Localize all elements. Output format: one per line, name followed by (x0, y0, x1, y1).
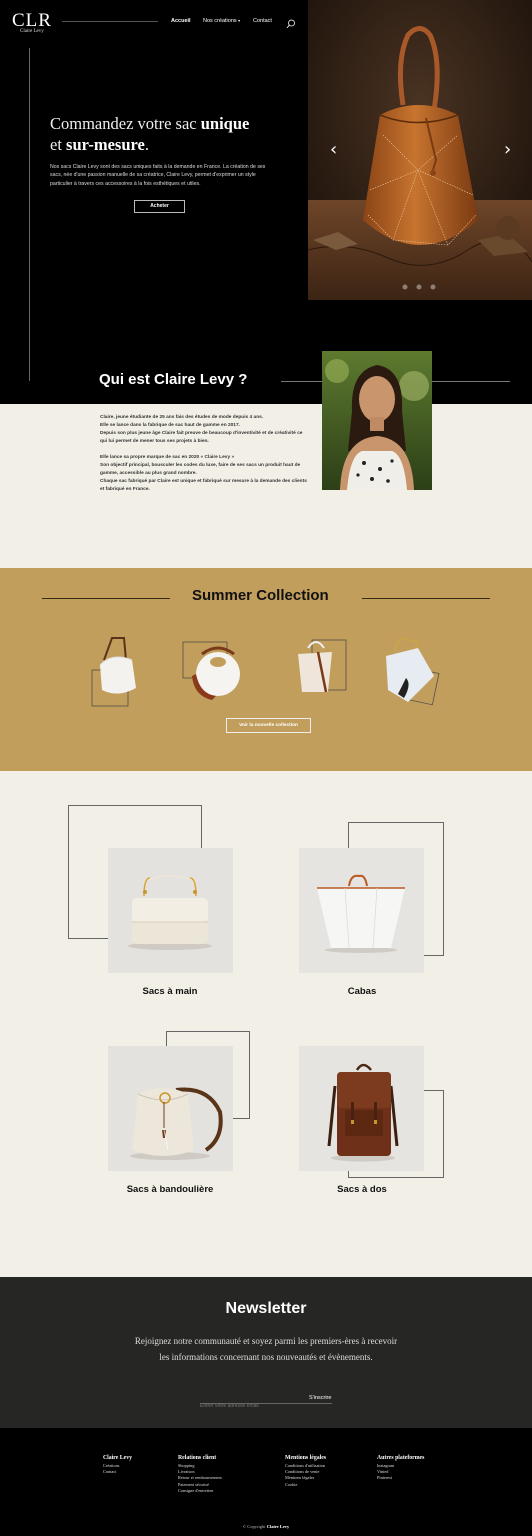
footer-column-client: Relations client Shopping Livraison Reto… (178, 1455, 222, 1494)
newsletter-description: Rejoignez notre communauté et soyez parm… (134, 1336, 398, 1362)
category-label-totes[interactable]: Cabas (282, 986, 442, 997)
summer-bag-3[interactable] (292, 634, 350, 703)
bucket-bag-photo: ‹ › (308, 0, 532, 300)
carousel-dot[interactable] (430, 284, 436, 290)
summer-bag-2[interactable] (178, 636, 248, 707)
handbag-photo (108, 848, 233, 973)
tote-photo (299, 848, 424, 973)
copyright: © Copyright Claire Levy (242, 1524, 290, 1529)
nav-creations[interactable]: Nos créations ▾ (203, 18, 240, 24)
footer-heading: Relations client (178, 1455, 217, 1461)
email-input[interactable] (200, 1403, 300, 1409)
see-collection-button[interactable]: Voir la nouvelle collection (226, 718, 311, 733)
footer-heading: Mentions légales (285, 1455, 327, 1461)
summer-divider-right (362, 598, 490, 599)
search-icon[interactable] (286, 16, 296, 34)
claire-portrait (322, 351, 432, 490)
about-title: Qui est Claire Levy ? (99, 371, 248, 388)
crossbody-photo (108, 1046, 233, 1171)
carousel-dot[interactable] (416, 284, 422, 290)
backpack-photo (299, 1046, 424, 1171)
footer-link[interactable]: Retour et remboursement (178, 1475, 222, 1481)
nav-creations-label: Nos créations (203, 18, 237, 24)
hero-carousel: ‹ › (308, 0, 532, 300)
footer-column-brand: Claire Levy Créations Contact (103, 1455, 132, 1475)
logo-subtitle: Claire Levy (20, 29, 44, 34)
category-card-handbags[interactable] (108, 848, 233, 973)
footer-link[interactable]: Pinterest (377, 1475, 424, 1481)
chevron-left-icon[interactable]: ‹ (330, 139, 337, 160)
about-text: Claire, jeune étudiante de 25 ans fais d… (100, 415, 307, 492)
subscribe-button[interactable]: S'inscrire (309, 1395, 331, 1401)
category-card-totes[interactable] (299, 848, 424, 973)
footer-column-legal: Mentions légales Conditions d'utilisatio… (285, 1455, 326, 1488)
category-card-backpacks[interactable] (299, 1046, 424, 1171)
footer-column-platforms: Autres plateformes Instagram Vinted Pint… (377, 1455, 424, 1482)
summer-title: Summer Collection (192, 587, 329, 604)
footer (0, 1428, 532, 1536)
nav-home[interactable]: Accueil (171, 18, 191, 24)
carousel-dot[interactable] (402, 284, 408, 290)
hero-description: Nos sacs Claire Levy sont des sacs uniqu… (50, 164, 266, 187)
footer-link[interactable]: Cookie (285, 1482, 326, 1488)
summer-bag-1[interactable] (86, 630, 146, 715)
footer-heading: Autres plateformes (377, 1455, 425, 1461)
category-label-crossbody[interactable]: Sacs à bandoulière (90, 1184, 250, 1195)
nav-contact[interactable]: Contact (253, 18, 272, 24)
footer-link[interactable]: Contact (103, 1469, 132, 1475)
chevron-down-icon: ▾ (238, 18, 241, 23)
category-label-backpacks[interactable]: Sacs à dos (282, 1184, 442, 1195)
category-card-crossbody[interactable] (108, 1046, 233, 1171)
footer-link[interactable]: Consigne d'entretien (178, 1488, 222, 1494)
nav-divider (62, 21, 158, 22)
newsletter-title: Newsletter (225, 1300, 307, 1317)
chevron-right-icon[interactable]: › (504, 139, 511, 160)
summer-bag-4[interactable] (378, 634, 440, 715)
decorative-vertical-line (29, 48, 30, 381)
category-label-handbags[interactable]: Sacs à main (90, 986, 250, 997)
summer-divider-left (42, 598, 170, 599)
hero-title: Commandez votre sac unique et sur-mesure… (50, 114, 250, 154)
footer-heading: Claire Levy (103, 1455, 133, 1461)
buy-button[interactable]: Acheter (134, 200, 185, 213)
